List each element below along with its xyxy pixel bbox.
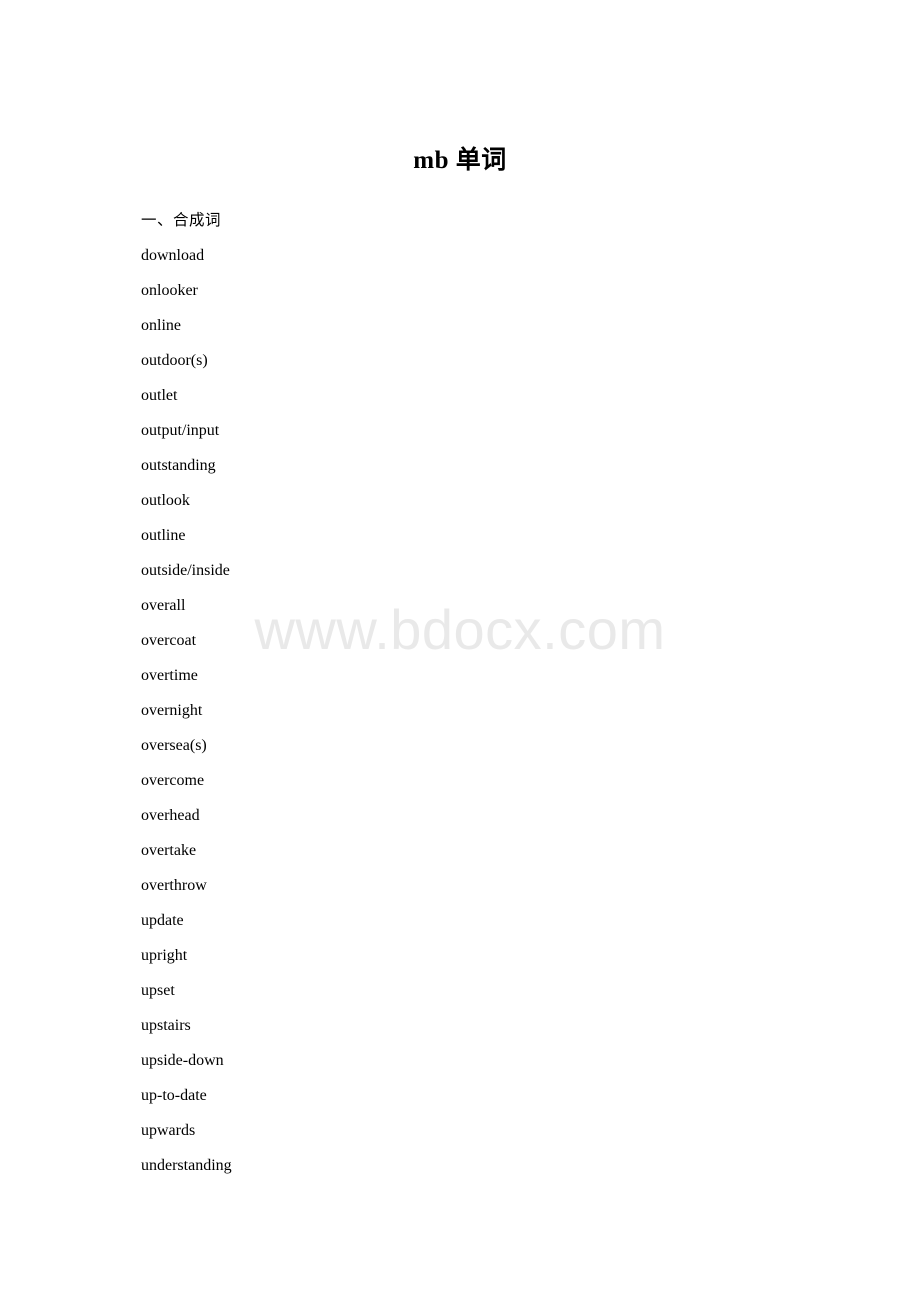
list-item: overthrow (141, 877, 207, 894)
word-list: download onlooker online outdoor(s) outl… (141, 238, 801, 1183)
list-item: overcoat (141, 632, 197, 649)
list-item: understanding (141, 1157, 232, 1174)
document-page: www.bdocx.com mb 单词 一、合成词 download onloo… (0, 0, 920, 1302)
list-item: onlooker (141, 282, 198, 299)
page-title: mb 单词 (413, 147, 507, 174)
list-item: overhead (141, 807, 200, 824)
list-item: overtime (141, 667, 198, 684)
list-item: output/input (141, 422, 220, 439)
list-item: overtake (141, 842, 197, 859)
list-item: upwards (141, 1122, 196, 1139)
list-item: upstairs (141, 1017, 191, 1034)
list-item: outlet (141, 387, 178, 404)
list-item: overcome (141, 772, 205, 789)
list-item: upright (141, 947, 188, 964)
section-compound-words: 一、合成词 download onlooker online outdoor(s… (141, 203, 801, 1183)
list-item: outstanding (141, 457, 216, 474)
list-item: outline (141, 527, 186, 544)
section-heading: 一、合成词 (141, 212, 222, 229)
list-item: online (141, 317, 181, 334)
list-item: outlook (141, 492, 190, 509)
list-item: oversea(s) (141, 737, 207, 754)
list-item: outside/inside (141, 562, 230, 579)
list-item: download (141, 247, 205, 264)
list-item: overall (141, 597, 186, 614)
list-item: overnight (141, 702, 203, 719)
list-item: update (141, 912, 184, 929)
list-item: outdoor(s) (141, 352, 208, 369)
list-item: upside-down (141, 1052, 224, 1069)
list-item: up-to-date (141, 1087, 207, 1104)
list-item: upset (141, 982, 175, 999)
